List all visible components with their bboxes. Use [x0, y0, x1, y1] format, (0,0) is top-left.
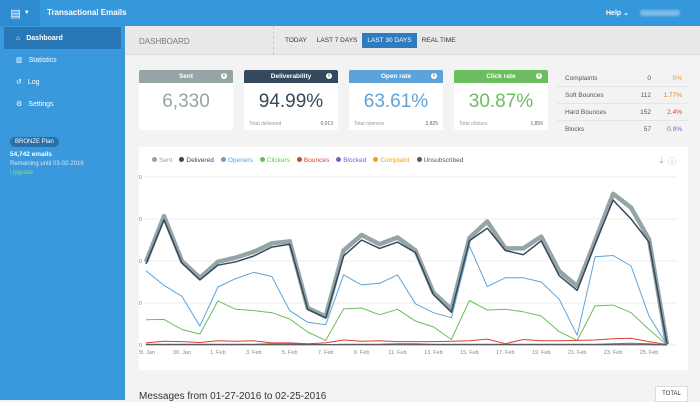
plan-emails: 54,742 emails: [10, 151, 84, 158]
tab-last-30-days[interactable]: LAST 30 DAYS: [362, 33, 416, 48]
chart-panel: SentDeliveredOpenersClickersBouncesBlock…: [139, 147, 688, 370]
x-tick-label: 25. Feb: [640, 350, 659, 356]
card-open-rate: Open ratei 63.61% Total openers3,825: [349, 70, 443, 130]
sent-value: 6,330: [139, 91, 233, 113]
series-line-delivered: [146, 200, 667, 344]
y-tick-label: 100: [139, 301, 142, 307]
stats-row-blocks: Blocks570.9%: [557, 121, 688, 138]
tab-last-7-days[interactable]: LAST 7 DAYS: [312, 33, 363, 48]
x-tick-label: 9. Feb: [354, 350, 370, 356]
undo-icon: ↺: [16, 78, 22, 86]
stats-row-complaints: Complaints00%: [557, 70, 688, 87]
series-line-clickers: [146, 301, 667, 346]
info-icon[interactable]: i: [221, 73, 227, 79]
y-tick-label: 200: [139, 259, 142, 265]
stats-table: Complaints00% Soft Bounces1121.77% Hard …: [557, 70, 688, 138]
series-line-sent: [146, 194, 667, 344]
click-rate-value: 30.87%: [454, 91, 548, 113]
messages-title: Messages from 01-27-2016 to 02-25-2016: [139, 391, 326, 402]
line-chart: 0 100 200 300 400 28. Jan 30. Jan 1. Feb 3. Feb 5…: [139, 147, 688, 370]
x-tick-label: 7. Feb: [318, 350, 334, 356]
x-tick-label: 17. Feb: [496, 350, 515, 356]
page-header: DASHBOARD TODAY LAST 7 DAYS LAST 30 DAYS…: [125, 26, 700, 55]
x-tick-label: 19. Feb: [532, 350, 551, 356]
dashboard-icon: ⌂: [16, 35, 20, 42]
card-deliverability: Deliverabilityi 94.99% Total delivered6,…: [244, 70, 338, 130]
stats-row-soft-bounces: Soft Bounces1121.77%: [557, 87, 688, 104]
sidebar-item-statistics[interactable]: ▥Statistics: [0, 49, 125, 71]
x-tick-label: 13. Feb: [424, 350, 443, 356]
user-menu[interactable]: [640, 10, 680, 16]
tab-real-time[interactable]: REAL TIME: [417, 33, 461, 48]
top-bar: ▤▼ Transactional Emails Help ⌄: [0, 0, 700, 26]
info-icon[interactable]: i: [431, 73, 437, 79]
x-tick-label: 1. Feb: [210, 350, 226, 356]
y-tick-label: 300: [139, 217, 142, 223]
range-tabs: TODAY LAST 7 DAYS LAST 30 DAYS REAL TIME: [280, 33, 461, 48]
x-tick-label: 3. Feb: [246, 350, 262, 356]
plan-badge: BRONZE Plan: [10, 137, 59, 147]
upgrade-link[interactable]: Upgrade: [10, 170, 84, 176]
x-tick-label: 11. Feb: [388, 350, 406, 356]
app-title: Transactional Emails: [47, 8, 127, 17]
card-sent: Senti 6,330: [139, 70, 233, 130]
sidebar-item-dashboard[interactable]: ⌂Dashboard: [4, 27, 121, 49]
x-tick-label: 15. Feb: [460, 350, 479, 356]
gear-icon: ⚙: [16, 100, 22, 108]
bar-chart-icon: ▥: [16, 56, 23, 64]
x-tick-label: 28. Jan: [139, 350, 155, 356]
page-title: DASHBOARD: [139, 37, 190, 46]
chevron-down-icon: ▼: [24, 10, 30, 16]
plan-remaining: Remaining until 03-02-2016: [10, 161, 84, 167]
x-tick-label: 21. Feb: [568, 350, 587, 356]
y-tick-label: 400: [139, 175, 142, 181]
sidebar-item-log[interactable]: ↺Log: [0, 71, 125, 93]
logo-icon: ▤: [10, 7, 20, 20]
sidebar-item-settings[interactable]: ⚙Settings: [0, 93, 125, 115]
tab-today[interactable]: TODAY: [280, 33, 312, 48]
card-click-rate: Click ratei 30.87% Total clickers1,856: [454, 70, 548, 130]
open-rate-value: 63.61%: [349, 91, 443, 113]
x-tick-label: 30. Jan: [173, 350, 191, 356]
info-icon[interactable]: i: [326, 73, 332, 79]
stats-row-hard-bounces: Hard Bounces1522.4%: [557, 104, 688, 121]
info-icon[interactable]: i: [536, 73, 542, 79]
deliverability-value: 94.99%: [244, 91, 338, 113]
x-tick-label: 5. Feb: [282, 350, 298, 356]
x-tick-label: 23. Feb: [604, 350, 623, 356]
plan-info: BRONZE Plan 54,742 emails Remaining unti…: [10, 136, 84, 176]
app-logo-menu[interactable]: ▤▼: [0, 0, 40, 26]
sidebar: ⌂Dashboard ▥Statistics ↺Log ⚙Settings BR…: [0, 26, 125, 400]
y-tick-label: 0: [139, 343, 142, 349]
help-menu[interactable]: Help ⌄: [606, 9, 629, 17]
